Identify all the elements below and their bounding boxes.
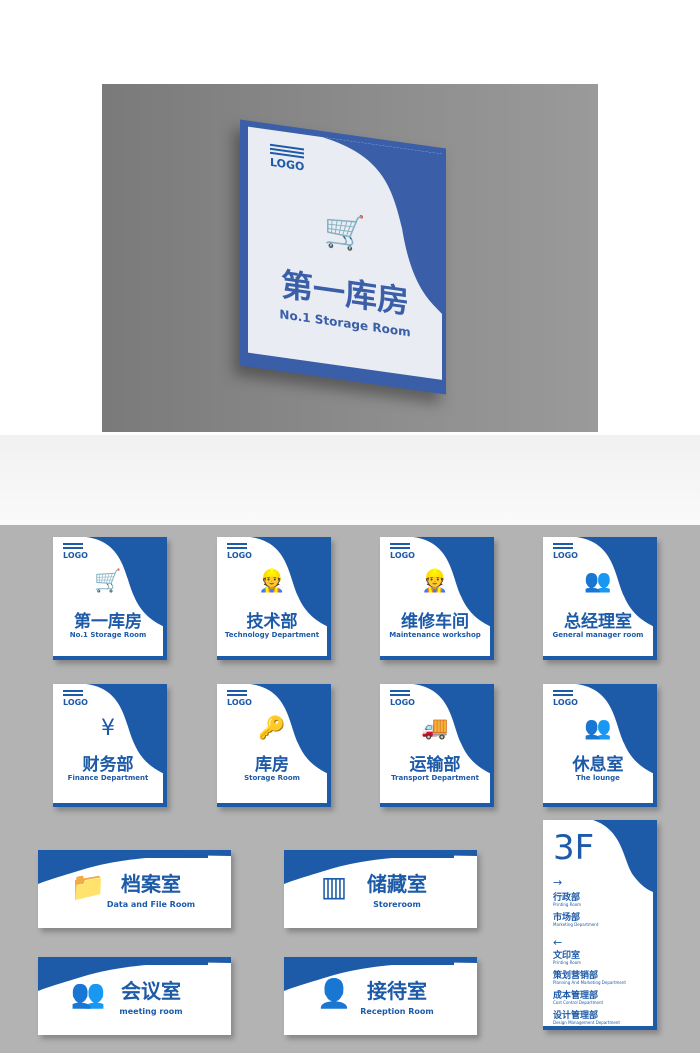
logo: LOGO	[63, 690, 88, 707]
room-name-en: meeting room	[119, 1007, 183, 1016]
key-icon: 🔑	[258, 716, 286, 741]
cart-icon: 🛒	[94, 569, 122, 594]
room-name: 运输部	[409, 755, 461, 775]
logo: LOGO	[227, 543, 252, 560]
room-name: 总经理室	[564, 612, 632, 632]
room-name: 技术部	[246, 612, 298, 632]
room-name: 库房	[255, 755, 289, 775]
logo: LOGO	[553, 690, 578, 707]
room-sign: LOGO 👷 技术部 Technology Department	[217, 537, 331, 660]
room-sign: LOGO 👷 维修车间 Maintenance workshop	[380, 537, 494, 660]
arrow-right-icon: →	[553, 876, 563, 889]
room-sign: LOGO 👥 休息室 The lounge	[543, 684, 657, 807]
blue-wave	[250, 684, 327, 774]
blue-wave	[86, 684, 163, 774]
room-name: 档案室	[121, 872, 181, 896]
logo: LOGO	[63, 543, 88, 560]
room-name-en: General manager room	[552, 631, 644, 639]
manager-icon: 👥	[584, 569, 612, 594]
lounge-icon: 👥	[584, 716, 612, 741]
room-name-en: Storage Room	[244, 774, 300, 782]
room-name-en: Transport Department	[391, 774, 479, 782]
room-name: 第一库房	[74, 612, 142, 632]
wide-room-sign: 👤 接待室 Reception Room	[284, 957, 477, 1035]
engineer-icon: 👷	[421, 569, 449, 594]
blue-wave	[413, 684, 490, 774]
department-name-en: Printing Room	[553, 960, 582, 965]
logo: LOGO	[390, 543, 415, 560]
logo: LOGO	[227, 690, 252, 707]
floor-directory-sign: 3F → 行政部 Printing Room 市场部 Marketing Depa…	[543, 820, 657, 1030]
worker-icon: 👷	[258, 569, 286, 594]
room-name-en: Data and File Room	[106, 900, 196, 909]
department-name-en: Design Management Department	[553, 1020, 620, 1025]
room-name: 会议室	[121, 979, 181, 1003]
truck-icon: 🚚	[421, 716, 449, 741]
room-sign: LOGO 🛒 第一库房 No.1 Storage Room	[53, 537, 167, 660]
room-name-en: No.1 Storage Room	[69, 631, 147, 639]
department-name-en: Marketing Department	[553, 922, 599, 927]
room-name-en: The lounge	[576, 774, 620, 782]
room-name: 财务部	[82, 755, 134, 775]
room-name-en: Reception Room	[360, 1007, 434, 1016]
room-name: 储藏室	[367, 872, 427, 896]
room-name-en: Maintenance workshop	[389, 631, 481, 639]
logo: LOGO	[390, 690, 415, 707]
hero-sign: LOGO 🛒 第一库房 No.1 Storage Room	[240, 119, 446, 395]
money-icon: ¥	[101, 716, 115, 741]
room-name: 接待室	[367, 979, 427, 1003]
hero-logo: LOGO	[270, 143, 304, 174]
room-name-en: Technology Department	[224, 631, 320, 639]
room-sign: LOGO 👥 总经理室 General manager room	[543, 537, 657, 660]
department-name-en: Printing Room	[553, 902, 582, 907]
room-sign: LOGO 🔑 库房 Storage Room	[217, 684, 331, 807]
room-sign: LOGO 🚚 运输部 Transport Department	[380, 684, 494, 807]
room-sign: LOGO ¥ 财务部 Finance Department	[53, 684, 167, 807]
room-name: 休息室	[572, 755, 624, 775]
department-name-en: Planning And Marketing Department	[553, 980, 626, 985]
blue-wave	[576, 684, 653, 774]
wide-room-sign: 📁 档案室 Data and File Room	[38, 850, 231, 928]
wide-room-sign: 👥 会议室 meeting room	[38, 957, 231, 1035]
wide-room-sign: ▥ 储藏室 Storeroom	[284, 850, 477, 928]
room-name-en: Storeroom	[373, 900, 421, 909]
room-name: 维修车间	[401, 612, 469, 632]
department-name-en: Cost Control Department	[553, 1000, 604, 1005]
logo: LOGO	[553, 543, 578, 560]
floor-number: 3F	[553, 828, 595, 868]
room-name-en: Finance Department	[67, 774, 149, 782]
